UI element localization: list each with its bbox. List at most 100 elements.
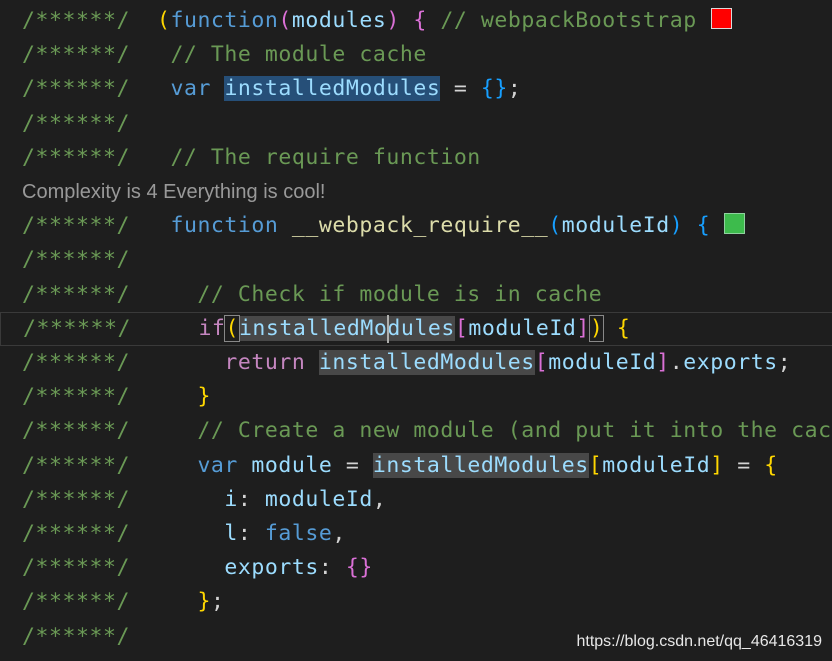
code-token-bracket-purple: ] [576,315,590,341]
code-token-plain: : [237,521,265,546]
code-token-bracket-blue: ) [669,213,684,239]
code-token-variable: installedModules [318,350,535,375]
code-token-comment: /******/ [22,247,130,273]
code-line[interactable]: /******/ return installedModules[moduleI… [0,346,832,380]
code-editor[interactable]: /******/ (function(modules) { // webpack… [0,0,832,661]
code-line[interactable]: /******/ // Check if module is in cache [0,278,832,312]
code-lens-complexity[interactable]: Complexity is 4 Everything is cool! [0,175,832,209]
code-token-bracket-purple: ] [656,350,670,375]
code-token-variable: exports [224,555,319,581]
code-token-bracket-blue: {} [480,76,508,102]
code-token-plain: ; [210,589,225,615]
code-token-bracket-purple: {} [345,555,373,581]
code-token-comment: /******/ [22,350,144,375]
code-token-variable: moduleId [548,350,657,375]
code-line[interactable]: /******/ l: false, [0,517,832,551]
watermark-url: https://blog.csdn.net/qq_46416319 [576,633,822,650]
code-token-bracket-gold: } [197,589,211,615]
code-token-comment: // The require function [143,144,481,170]
code-token-comment: /******/ [22,452,144,478]
code-token-comment: /******/ [22,76,144,102]
code-token-control: return [224,350,306,375]
code-line[interactable]: /******/ (function(modules) { // webpack… [0,4,832,38]
code-token-bracket-purple: [ [454,315,469,341]
code-token-variable: installedModules [372,452,589,478]
code-token-plain: ; [507,76,522,102]
code-line[interactable]: /******/ function __webpack_require__(mo… [0,209,832,243]
code-line[interactable]: /******/ // Create a new module (and put… [0,414,832,448]
code-line[interactable]: /******/ [0,243,832,277]
code-token-function: __webpack_require__ [291,213,549,239]
code-line[interactable]: /******/ var module = installedModules[m… [0,449,832,483]
code-token-plain: : [237,486,265,512]
text-caret [387,314,390,343]
code-token-plain: = [332,452,373,478]
code-token-variable: modules [291,8,387,33]
code-token-variable: installedMo [238,315,388,341]
code-line[interactable]: /******/ [0,107,832,141]
code-token-bracket-purple: [ [534,350,549,375]
code-token-comment: /******/ [22,144,144,170]
code-token-variable: l [224,521,238,546]
code-token-bracket-purple: { [413,8,427,33]
code-line[interactable]: /******/ var installedModules = {}; [0,72,832,106]
code-token-bracket-purple: ( [278,8,292,33]
code-token-comment: /******/ [22,42,144,68]
code-token-variable: moduleId [264,486,373,512]
code-token-comment: /******/ [22,589,144,615]
code-token-plain: = [723,452,765,478]
code-token-variable: i [224,486,238,512]
code-token-keyword: false [264,521,333,546]
code-line[interactable]: /******/ i: moduleId, [0,483,832,517]
code-token-variable: moduleId [468,315,577,341]
code-line[interactable]: /******/ // The require function [0,141,832,175]
code-token-bracket-gold: { [616,315,631,341]
code-token-keyword: var [197,452,238,478]
code-token-bracket-gold: [ [588,452,603,478]
code-token-keyword: var [170,76,211,102]
code-token-comment: /******/ [22,521,144,546]
code-token-plain: , [332,521,346,546]
code-token-plain: , [372,486,387,512]
code-token-bracket-gold: { [764,452,778,478]
code-line[interactable]: /******/ }; [0,585,832,619]
code-line[interactable]: /******/ exports: {} [0,551,832,585]
code-token-bracket-gold: ( [224,314,240,342]
code-token-comment: /******/ [22,213,144,239]
code-token-bracket-blue: ( [548,213,562,239]
code-token-bracket-gold: ) [588,314,605,342]
complexity-marker-red-icon[interactable] [710,8,732,29]
code-token-variable: dules [387,315,455,341]
code-token-comment: /******/ [22,8,144,33]
code-line[interactable]: /******/ // The module cache [0,38,832,72]
complexity-marker-green-icon[interactable] [724,213,746,235]
code-token-comment: /******/ [22,623,130,649]
code-token-plain: = [440,76,481,102]
code-token-variable: module [251,452,333,478]
code-token-keyword: function [170,8,279,33]
code-line-current[interactable]: /******/ if(installedMo dules[moduleId]) … [0,311,832,346]
code-token-plain: ; [777,350,792,375]
code-token-variable: installedModules [224,76,441,102]
code-token-comment: // webpackBootstrap [426,8,697,33]
code-token-comment: /******/ [22,281,144,307]
code-token-comment: /******/ [23,315,145,341]
code-token-comment: /******/ [22,555,144,581]
code-line[interactable]: /******/ } [0,380,832,414]
code-token-bracket-gold: ( [156,8,171,33]
